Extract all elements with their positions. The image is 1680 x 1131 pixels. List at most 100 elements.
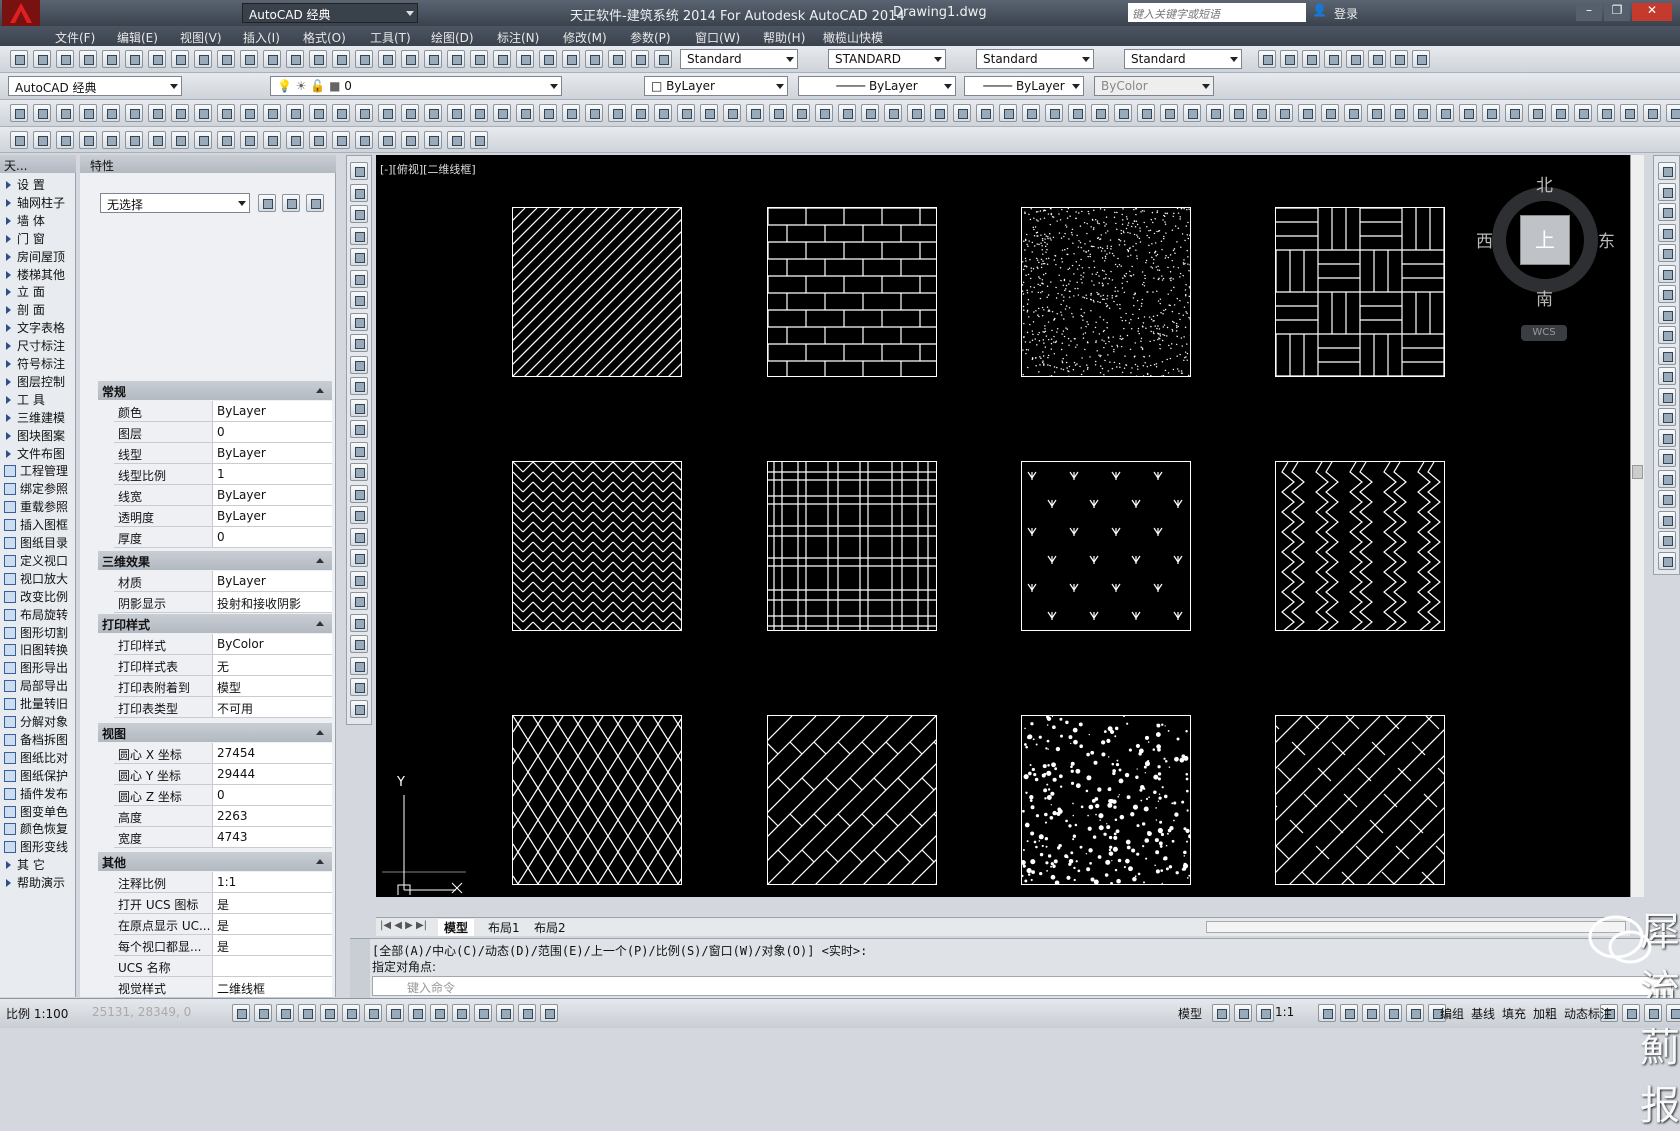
tz-tool-button-45[interactable] <box>1045 104 1063 122</box>
tz-menu-item-17[interactable]: 绑定参照 <box>2 480 74 497</box>
std-tool-button-1[interactable] <box>33 50 51 68</box>
draw-tool-button-18[interactable] <box>350 549 368 567</box>
lineweight-select[interactable]: ──── ByLayer <box>964 76 1084 96</box>
tz-tool-button-65[interactable] <box>1505 104 1523 122</box>
user-icon[interactable]: 👤 <box>1312 3 1330 21</box>
annotation-scale-value[interactable]: 1:1 <box>1275 1005 1294 1019</box>
tz-tool-button-54[interactable] <box>1252 104 1270 122</box>
draw-tool-button-7[interactable] <box>350 313 368 331</box>
minimize-button[interactable]: – <box>1576 3 1602 21</box>
tz-tool-button-70[interactable] <box>1620 104 1638 122</box>
prop-section-header[interactable]: 打印样式 <box>98 614 332 633</box>
prop-value[interactable]: 是 <box>212 893 332 913</box>
tz-menu-item-15[interactable]: 文件布图 <box>2 445 74 462</box>
std-tool-button-8[interactable] <box>194 50 212 68</box>
prop-row[interactable]: 透明度ByLayer <box>114 506 332 527</box>
tz-menu-item-14[interactable]: 图块图案 <box>2 427 74 444</box>
hatch-brick[interactable] <box>767 207 937 377</box>
tz-menu-item-29[interactable]: 批量转旧 <box>2 695 74 712</box>
menu-parametric[interactable]: 参数(P) <box>630 29 671 46</box>
tz-tool-button-51[interactable] <box>1183 104 1201 122</box>
view-tool-button-5[interactable] <box>1368 50 1386 68</box>
prop-row[interactable]: UCS 名称 <box>114 956 332 977</box>
tz-tool-button-8[interactable] <box>194 104 212 122</box>
draw-tool-button-11[interactable] <box>350 399 368 417</box>
mleader-style-select[interactable]: Standard <box>1124 49 1242 69</box>
tz-tool-button-35[interactable] <box>815 104 833 122</box>
workspace-switcher[interactable]: AutoCAD 经典 <box>242 3 418 23</box>
draw-tool-button-10[interactable] <box>350 377 368 395</box>
extra-tool-button-8[interactable] <box>194 131 212 149</box>
tz-tool-button-1[interactable] <box>33 104 51 122</box>
extra-tool-button-14[interactable] <box>332 131 350 149</box>
prop-row[interactable]: 宽度4743 <box>114 827 332 848</box>
tz-menu-item-16[interactable]: 工程管理 <box>2 462 74 479</box>
hatch-angle-tile[interactable] <box>1275 715 1445 885</box>
tab-layout1[interactable]: 布局1 <box>482 919 526 936</box>
prop-value[interactable]: 不可用 <box>212 697 332 717</box>
extra-tool-button-9[interactable] <box>217 131 235 149</box>
extra-tool-button-6[interactable] <box>148 131 166 149</box>
prop-value[interactable]: 无 <box>212 655 332 675</box>
prop-row[interactable]: 线型ByLayer <box>114 443 332 464</box>
draw-tool-button-9[interactable] <box>350 356 368 374</box>
tz-tool-button-23[interactable] <box>539 104 557 122</box>
menu-help[interactable]: 帮助(H) <box>763 29 805 46</box>
drafting-toggle-button-10[interactable] <box>452 1004 470 1022</box>
draw-tool-button-20[interactable] <box>350 592 368 610</box>
extra-tool-button-3[interactable] <box>79 131 97 149</box>
scroll-thumb[interactable] <box>1632 465 1643 479</box>
collapse-arrow-icon[interactable] <box>316 859 324 864</box>
select-objects-icon[interactable] <box>282 194 300 212</box>
menu-file[interactable]: 文件(F) <box>55 29 95 46</box>
draw-tool-button-6[interactable] <box>350 291 368 309</box>
tab-nav-arrows[interactable]: |◀ ◀ ▶ ▶| <box>380 920 427 931</box>
tz-tool-button-47[interactable] <box>1091 104 1109 122</box>
model-space-toggle[interactable]: 模型 <box>1178 1005 1202 1022</box>
hatch-parquet[interactable] <box>1275 207 1445 377</box>
tz-tool-button-21[interactable] <box>493 104 511 122</box>
annotation-tool-button-2[interactable] <box>1362 1004 1380 1022</box>
tz-tool-button-42[interactable] <box>976 104 994 122</box>
drafting-toggle-button-1[interactable] <box>254 1004 272 1022</box>
modify-tool-button-17[interactable] <box>1658 511 1676 529</box>
tz-tool-button-9[interactable] <box>217 104 235 122</box>
toggle-pickadd-icon[interactable] <box>258 194 276 212</box>
std-tool-button-24[interactable] <box>562 50 580 68</box>
tz-tool-button-3[interactable] <box>79 104 97 122</box>
tz-menu-item-39[interactable]: 帮助演示 <box>2 874 74 891</box>
std-tool-button-3[interactable] <box>79 50 97 68</box>
tz-tool-button-66[interactable] <box>1528 104 1546 122</box>
tz-tool-button-12[interactable] <box>286 104 304 122</box>
std-tool-button-12[interactable] <box>286 50 304 68</box>
viewcube[interactable]: 上 北 南 东 西 <box>1480 175 1610 305</box>
std-tool-button-14[interactable] <box>332 50 350 68</box>
std-tool-button-6[interactable] <box>148 50 166 68</box>
prop-row[interactable]: 颜色ByLayer <box>114 401 332 422</box>
viewcube-top-face[interactable]: 上 <box>1520 215 1570 265</box>
prop-row[interactable]: 在原点显示 UC...是 <box>114 914 332 935</box>
status-tray-button-1[interactable] <box>1622 1004 1640 1022</box>
tz-tool-button-43[interactable] <box>999 104 1017 122</box>
tz-tool-button-48[interactable] <box>1114 104 1132 122</box>
status-bold[interactable]: 加粗 <box>1533 1005 1557 1022</box>
std-tool-button-22[interactable] <box>516 50 534 68</box>
tz-menu-item-3[interactable]: 门 窗 <box>2 230 74 247</box>
tz-tool-button-38[interactable] <box>884 104 902 122</box>
tz-tool-button-72[interactable] <box>1666 104 1680 122</box>
tz-tool-button-29[interactable] <box>677 104 695 122</box>
prop-row[interactable]: 线宽ByLayer <box>114 485 332 506</box>
std-tool-button-9[interactable] <box>217 50 235 68</box>
modify-tool-button-11[interactable] <box>1658 388 1676 406</box>
prop-row[interactable]: 圆心 X 坐标27454 <box>114 743 332 764</box>
tz-menu-item-37[interactable]: 图形变线 <box>2 838 74 855</box>
std-tool-button-13[interactable] <box>309 50 327 68</box>
drafting-toggle-button-7[interactable] <box>386 1004 404 1022</box>
hatch-diagonal[interactable] <box>512 207 682 377</box>
extra-tool-button-15[interactable] <box>355 131 373 149</box>
tz-tool-button-69[interactable] <box>1597 104 1615 122</box>
command-grip[interactable] <box>350 939 370 999</box>
hatch-diagonal-brick[interactable] <box>767 715 937 885</box>
draw-tool-button-15[interactable] <box>350 485 368 503</box>
tz-menu-item-26[interactable]: 旧图转换 <box>2 641 74 658</box>
